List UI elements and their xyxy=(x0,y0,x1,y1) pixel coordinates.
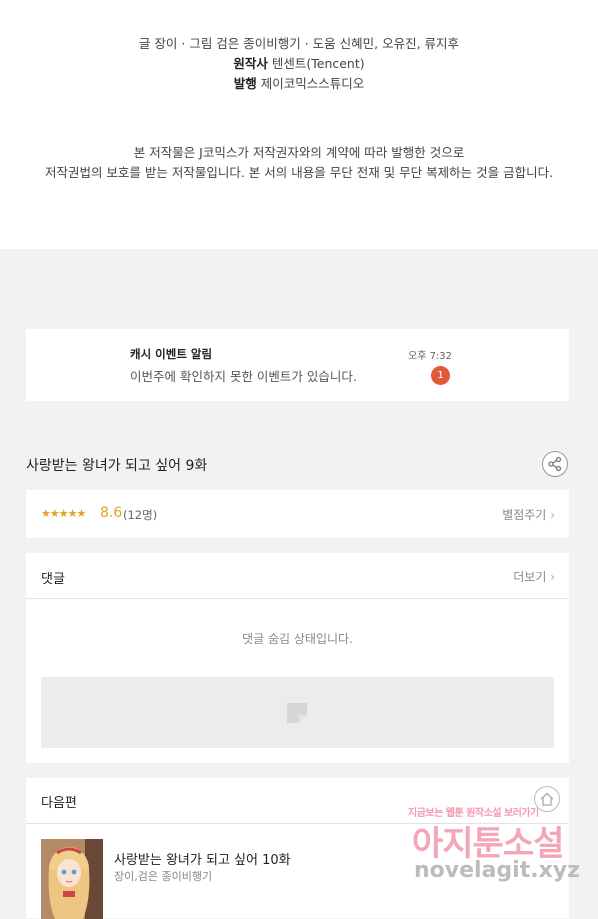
next-episode-author: 장이,검은 종이비행기 xyxy=(114,870,213,883)
chevron-right-icon: › xyxy=(550,508,555,522)
copyright-line-1: 본 저작물은 J코믹스가 저작권자와의 계약에 따라 발행한 것으로 xyxy=(133,145,465,160)
notification-message: 이번주에 확인하지 못한 이벤트가 있습니다. xyxy=(130,369,357,384)
next-episode-section: 다음편 사랑받는 왕녀가 되고 싶어 10화 장이,검은 종이비행기 xyxy=(26,778,569,919)
next-episode-thumbnail[interactable] xyxy=(41,839,103,919)
notification-badge: 1 xyxy=(431,366,450,385)
notification-time: 오후 7:32 xyxy=(408,351,453,362)
publisher-value: 제이코믹스스튜디오 xyxy=(260,76,365,91)
cash-event-notification[interactable]: 캐시 이벤트 알림 이번주에 확인하지 못한 이벤트가 있습니다. 오후 7:3… xyxy=(26,329,569,401)
comments-hidden-message: 댓글 숨김 상태입니다. xyxy=(242,632,353,646)
divider xyxy=(26,823,569,824)
home-icon xyxy=(540,792,554,806)
original-value: 텐센트(Tencent) xyxy=(271,56,365,71)
comments-section: 댓글 더보기 › 댓글 숨김 상태입니다. xyxy=(26,553,569,763)
rating-stars: ★★★★★ xyxy=(41,507,86,520)
rating-bar: ★★★★★ 8.6 (12명) 별점주기 › xyxy=(26,490,569,538)
next-episode-header: 다음편 xyxy=(41,796,77,811)
image-placeholder-icon xyxy=(287,703,307,723)
home-button[interactable] xyxy=(534,786,560,812)
copyright-line-2: 저작권법의 보호를 받는 저작물입니다. 본 서의 내용을 무단 전재 및 무단… xyxy=(44,165,554,180)
comments-more-label: 더보기 xyxy=(513,570,547,584)
comments-header: 댓글 xyxy=(41,572,65,587)
original-work-line: 원작사 텐센트(Tencent) xyxy=(0,53,598,72)
comments-more-button[interactable]: 더보기 › xyxy=(513,568,555,585)
credits-section: 글 장이 · 그림 검은 종이비행기 · 도움 신혜민, 오유진, 류지후 원작… xyxy=(0,0,598,249)
rating-count: (12명) xyxy=(123,508,158,522)
divider xyxy=(26,598,569,599)
chevron-right-icon: › xyxy=(550,570,555,584)
credits-line: 글 장이 · 그림 검은 종이비행기 · 도움 신혜민, 오유진, 류지후 xyxy=(138,36,460,51)
rate-button[interactable]: 별점주기 › xyxy=(502,506,555,523)
publisher-label: 발행 xyxy=(233,76,257,91)
original-label: 원작사 xyxy=(233,56,268,71)
next-episode-title[interactable]: 사랑받는 왕녀가 되고 싶어 10화 xyxy=(114,849,291,868)
thumbnail-illustration xyxy=(41,839,103,919)
publisher-line: 발행 제이코믹스스튜디오 xyxy=(0,73,598,92)
notification-title: 캐시 이벤트 알림 xyxy=(130,347,213,361)
share-icon xyxy=(548,456,562,472)
episode-title: 사랑받는 왕녀가 되고 싶어 9화 xyxy=(26,458,208,474)
rating-score: 8.6 xyxy=(100,505,123,521)
ad-placeholder[interactable] xyxy=(41,677,554,748)
rate-button-label: 별점주기 xyxy=(502,508,547,522)
share-button[interactable] xyxy=(542,451,568,477)
